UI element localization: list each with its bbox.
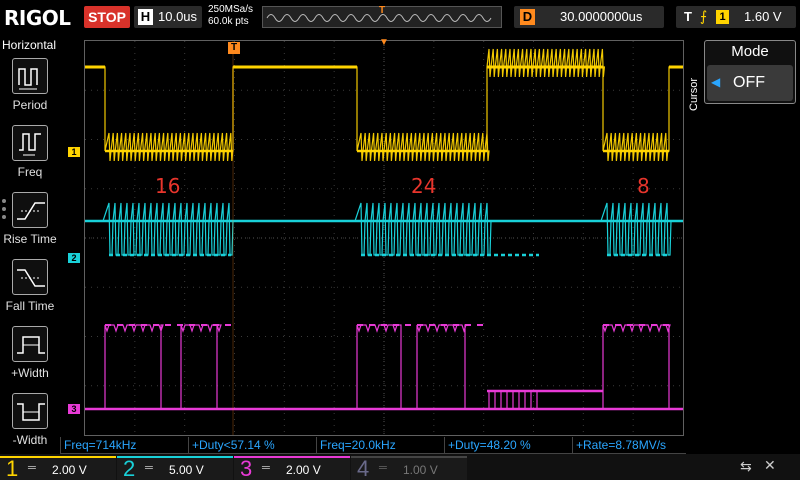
trigger-label: T: [684, 9, 692, 24]
measurement-bar: Freq=714kHz +Duty<57.14 % Freq=20.0kHz +…: [60, 437, 686, 454]
cursor-mode-value: OFF: [733, 74, 765, 91]
ch1-number: 1: [6, 456, 19, 480]
delay-value: 30.0000000us: [560, 9, 643, 24]
cursor-mode-title: Mode: [731, 43, 769, 60]
positive-width-label: +Width: [11, 366, 49, 380]
dc-coupling-icon: ═: [379, 462, 387, 474]
memory-depth: 60.0k pts: [208, 16, 249, 27]
ch4-scale: 1.00 V: [403, 463, 438, 477]
measure-fall-time-button[interactable]: Fall Time: [0, 259, 60, 325]
usb-icon: ⇆: [740, 458, 752, 474]
ch2-scale-box[interactable]: 2 ═ 5.00 V: [117, 456, 233, 480]
rising-edge-icon: ⨍: [700, 8, 708, 24]
timebase-label: H: [138, 9, 153, 25]
arrow-left-icon: ◀: [711, 75, 721, 89]
panel-title: Horizontal: [2, 38, 57, 52]
sample-rate: 250MSa/s: [208, 4, 254, 15]
measurement-item[interactable]: +Duty<57.14 %: [188, 437, 316, 454]
rise-time-icon: [12, 192, 48, 228]
acquisition-info: 250MSa/s 60.0k pts: [208, 4, 253, 28]
measure-negative-width-button[interactable]: -Width: [0, 393, 60, 459]
period-label: Period: [12, 98, 48, 112]
trigger-source: 1: [716, 10, 729, 24]
cursor-panel: Cursor Mode ◀ OFF: [686, 36, 800, 454]
ch3-scale: 2.00 V: [286, 463, 321, 477]
rise-time-label: Rise Time: [3, 232, 57, 246]
ch4-number: 4: [357, 456, 370, 480]
measurement-item[interactable]: +Rate=8.78MV/s: [572, 437, 686, 454]
ch4-scale-box[interactable]: 4 ═ 1.00 V: [351, 456, 467, 480]
fall-time-icon: [12, 259, 48, 295]
dc-coupling-icon: ═: [262, 462, 270, 474]
trigger-position-marker-icon: T: [228, 42, 240, 54]
delay-box[interactable]: D 30.0000000us: [514, 6, 664, 28]
burst-count-annotation: 8: [637, 174, 650, 198]
top-status-bar: RIGOL STOP H 10.0us 250MSa/s 60.0k pts T…: [0, 0, 800, 36]
memory-trigger-marker-icon: T: [379, 5, 386, 16]
trigger-box[interactable]: T ⨍ 1 1.60 V: [676, 6, 796, 28]
ch1-offset-marker[interactable]: 1: [68, 147, 80, 157]
speaker-muted-icon: ✕: [764, 457, 776, 473]
ch3-scale-box[interactable]: 3 ═ 2.00 V: [234, 456, 350, 480]
measurement-item[interactable]: Freq=714kHz: [60, 437, 188, 454]
timebase-value: 10.0us: [158, 9, 198, 24]
measurement-item[interactable]: +Duty=48.20 %: [444, 437, 572, 454]
ch2-scale: 5.00 V: [169, 463, 204, 477]
ch3-number: 3: [240, 456, 253, 480]
measure-period-button[interactable]: Period: [0, 58, 60, 124]
channel-bar: 1 ═ 2.00 V 2 ═ 5.00 V 3 ═ 2.00 V 4 ═ 1.0…: [0, 454, 800, 480]
ch3-offset-marker[interactable]: 3: [68, 404, 80, 414]
horizontal-measure-panel: Horizontal Period Freq Rise Time Fall Ti…: [0, 36, 60, 454]
measurement-item[interactable]: Freq=20.0kHz: [316, 437, 444, 454]
burst-count-annotation: 16: [155, 174, 181, 198]
measure-rise-time-button[interactable]: Rise Time: [0, 192, 60, 258]
cursor-mode-control[interactable]: Mode ◀ OFF: [704, 40, 796, 104]
delay-label: D: [520, 9, 535, 25]
ch1-scale-box[interactable]: 1 ═ 2.00 V: [0, 456, 116, 480]
run-stop-indicator[interactable]: STOP: [84, 6, 130, 28]
dc-coupling-icon: ═: [145, 462, 153, 474]
negative-width-icon: [12, 393, 48, 429]
burst-count-annotation: 24: [411, 174, 437, 198]
ch1-scale: 2.00 V: [52, 463, 87, 477]
delay-marker-icon: ▼: [379, 37, 389, 48]
dc-coupling-icon: ═: [28, 462, 36, 474]
freq-label: Freq: [17, 165, 43, 179]
ch2-offset-marker[interactable]: 2: [68, 253, 80, 263]
freq-icon: [12, 125, 48, 161]
negative-width-label: -Width: [12, 433, 48, 447]
waveform-canvas: [85, 41, 683, 435]
measure-positive-width-button[interactable]: +Width: [0, 326, 60, 392]
fall-time-label: Fall Time: [5, 299, 55, 313]
ch2-number: 2: [123, 456, 136, 480]
waveform-display[interactable]: [84, 40, 684, 436]
timebase-box[interactable]: H 10.0us: [134, 6, 202, 28]
memory-overview-bar[interactable]: T: [262, 5, 502, 28]
trigger-level: 1.60 V: [744, 9, 782, 24]
cursor-section-label: Cursor: [688, 77, 700, 111]
positive-width-icon: [12, 326, 48, 362]
measure-freq-button[interactable]: Freq: [0, 125, 60, 191]
rigol-logo: RIGOL: [4, 6, 71, 30]
period-icon: [12, 58, 48, 94]
cursor-mode-value-box[interactable]: ◀ OFF: [707, 65, 793, 101]
